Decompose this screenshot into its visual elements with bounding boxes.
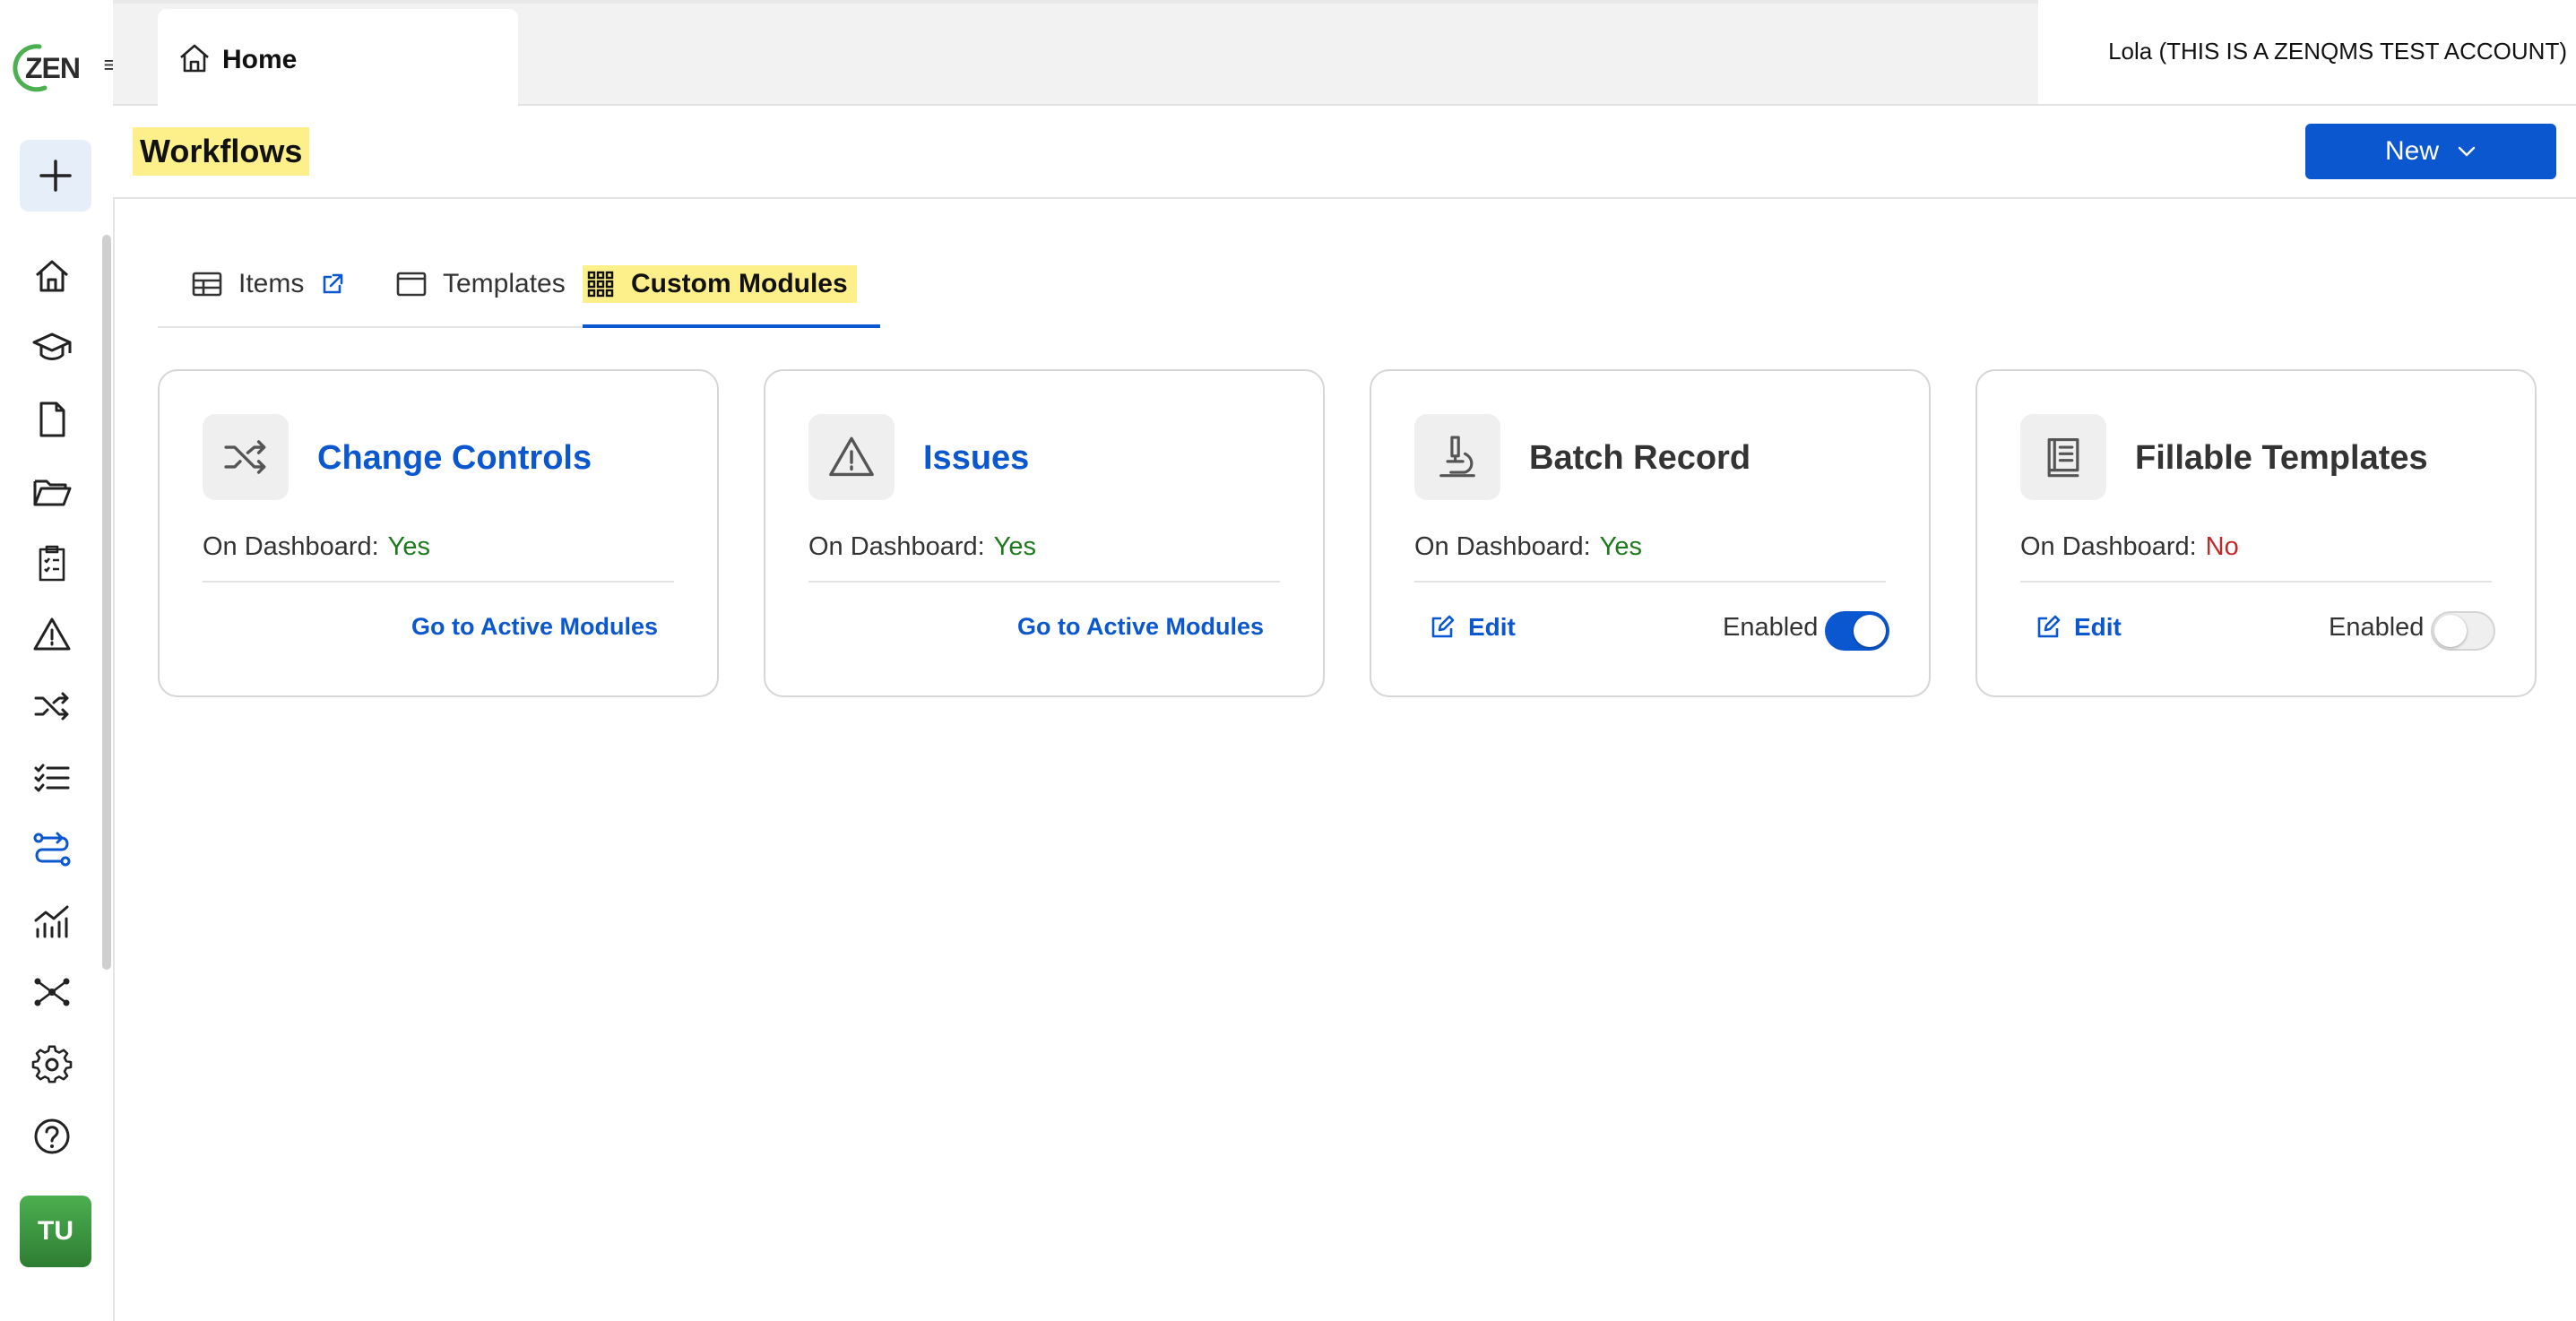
user-avatar[interactable]: TU bbox=[20, 1196, 91, 1267]
dashboard-value: Yes bbox=[1599, 532, 1642, 561]
book-icon bbox=[2047, 437, 2079, 478]
account-area: Lola (THIS IS A ZENQMS TEST ACCOUNT) bbox=[2038, 0, 2576, 104]
nav-warning-icon[interactable] bbox=[27, 609, 77, 660]
enabled-toggle[interactable] bbox=[1825, 611, 1889, 651]
enabled-label: Enabled bbox=[2329, 613, 2425, 642]
card-icon-box bbox=[203, 414, 289, 500]
active-tab-indicator bbox=[583, 324, 880, 328]
nav-training-icon[interactable] bbox=[27, 323, 77, 373]
edit-label: Edit bbox=[2074, 613, 2122, 641]
dashboard-status: On Dashboard: Yes bbox=[808, 532, 1036, 562]
card-divider bbox=[1414, 581, 1886, 583]
tab-custom-modules-label: Custom Modules bbox=[631, 269, 848, 298]
nav-workflows-icon[interactable] bbox=[27, 825, 77, 875]
tab-templates[interactable]: Templates bbox=[396, 242, 566, 326]
module-card-issues: Issues On Dashboard: Yes Go to Active Mod… bbox=[764, 369, 1325, 697]
dashboard-label: On Dashboard: bbox=[203, 532, 379, 561]
enabled-toggle[interactable] bbox=[2431, 611, 2495, 651]
card-divider bbox=[203, 581, 674, 583]
nav-network-icon[interactable] bbox=[27, 966, 77, 1016]
shuffle-icon bbox=[224, 440, 266, 474]
nav-shuffle-icon[interactable] bbox=[27, 681, 77, 731]
tab-home-label: Home bbox=[222, 45, 298, 74]
card-icon-box bbox=[808, 414, 895, 500]
dashboard-label: On Dashboard: bbox=[2020, 532, 2197, 561]
nav-analytics-icon[interactable] bbox=[27, 896, 77, 946]
page-title: Workflows bbox=[133, 127, 310, 176]
card-title: Batch Record bbox=[1529, 439, 1751, 477]
dashboard-value: Yes bbox=[387, 532, 430, 561]
plus-icon bbox=[39, 160, 72, 192]
card-title: Fillable Templates bbox=[2135, 439, 2428, 477]
card-icon-box bbox=[2020, 414, 2106, 500]
edit-icon bbox=[1431, 615, 1455, 638]
card-divider bbox=[808, 581, 1280, 583]
dashboard-value: No bbox=[2205, 532, 2239, 561]
sidebar-scrollbar[interactable] bbox=[102, 235, 111, 970]
module-card-change-controls: Change Controls On Dashboard: Yes Go to A… bbox=[158, 369, 719, 697]
window-icon bbox=[396, 272, 427, 297]
card-title-link[interactable]: Change Controls bbox=[317, 439, 592, 478]
card-divider bbox=[2020, 581, 2492, 583]
home-icon bbox=[180, 44, 209, 73]
nav-home-icon[interactable] bbox=[27, 251, 77, 301]
module-card-batch-record: Batch Record On Dashboard: Yes Edit Enabl… bbox=[1370, 369, 1931, 697]
tab-items-label: Items bbox=[238, 269, 305, 298]
tab-custom-modules[interactable]: Custom Modules bbox=[583, 242, 857, 326]
module-tabs: Items Templates Custom Modules bbox=[158, 242, 880, 328]
grid-icon bbox=[587, 271, 614, 298]
toggle-knob bbox=[2434, 615, 2467, 647]
go-to-active-modules-link[interactable]: Go to Active Modules bbox=[411, 613, 658, 641]
microscope-icon bbox=[1439, 436, 1475, 478]
new-button[interactable]: New bbox=[2305, 124, 2556, 179]
nav-checklist-icon[interactable] bbox=[27, 538, 77, 588]
external-link-icon bbox=[324, 273, 343, 294]
nav-folder-icon[interactable] bbox=[27, 466, 77, 516]
edit-button[interactable]: Edit bbox=[1429, 613, 1516, 642]
tab-custom-modules-highlight: Custom Modules bbox=[583, 265, 857, 303]
nav-document-icon[interactable] bbox=[27, 394, 77, 445]
dashboard-status: On Dashboard: Yes bbox=[203, 532, 430, 562]
sidebar: ZEN ≡ TU bbox=[0, 0, 117, 1321]
nav-settings-icon[interactable] bbox=[27, 1040, 77, 1090]
zen-logo[interactable]: ZEN bbox=[9, 39, 81, 93]
tab-templates-label: Templates bbox=[443, 269, 566, 298]
add-button[interactable] bbox=[20, 140, 91, 212]
dashboard-label: On Dashboard: bbox=[1414, 532, 1591, 561]
go-to-active-modules-link[interactable]: Go to Active Modules bbox=[1017, 613, 1264, 641]
tab-items[interactable]: Items bbox=[192, 242, 345, 326]
dashboard-value: Yes bbox=[993, 532, 1036, 561]
dashboard-status: On Dashboard: Yes bbox=[1414, 532, 1642, 562]
warning-icon bbox=[829, 436, 874, 477]
edit-icon bbox=[2037, 615, 2061, 638]
card-icon-box bbox=[1414, 414, 1500, 500]
module-card-fillable-templates: Fillable Templates On Dashboard: No Edit … bbox=[1975, 369, 2537, 697]
page-header: Workflows New bbox=[113, 106, 2576, 199]
edit-button[interactable]: Edit bbox=[2035, 613, 2122, 642]
new-button-label: New bbox=[2384, 136, 2439, 166]
dashboard-label: On Dashboard: bbox=[808, 532, 985, 561]
chevron-down-icon bbox=[2458, 146, 2476, 157]
nav-help-icon[interactable] bbox=[27, 1111, 77, 1161]
card-title-link[interactable]: Issues bbox=[923, 439, 1029, 478]
enabled-label: Enabled bbox=[1723, 613, 1819, 642]
table-icon bbox=[192, 272, 222, 297]
edit-label: Edit bbox=[1468, 613, 1516, 641]
dashboard-status: On Dashboard: No bbox=[2020, 532, 2239, 562]
account-name[interactable]: Lola (THIS IS A ZENQMS TEST ACCOUNT) bbox=[2108, 38, 2567, 65]
toggle-knob bbox=[1854, 615, 1886, 647]
logo-text: ZEN bbox=[25, 52, 81, 84]
nav-task-list-icon[interactable] bbox=[27, 753, 77, 803]
tab-home[interactable]: Home bbox=[158, 9, 518, 111]
